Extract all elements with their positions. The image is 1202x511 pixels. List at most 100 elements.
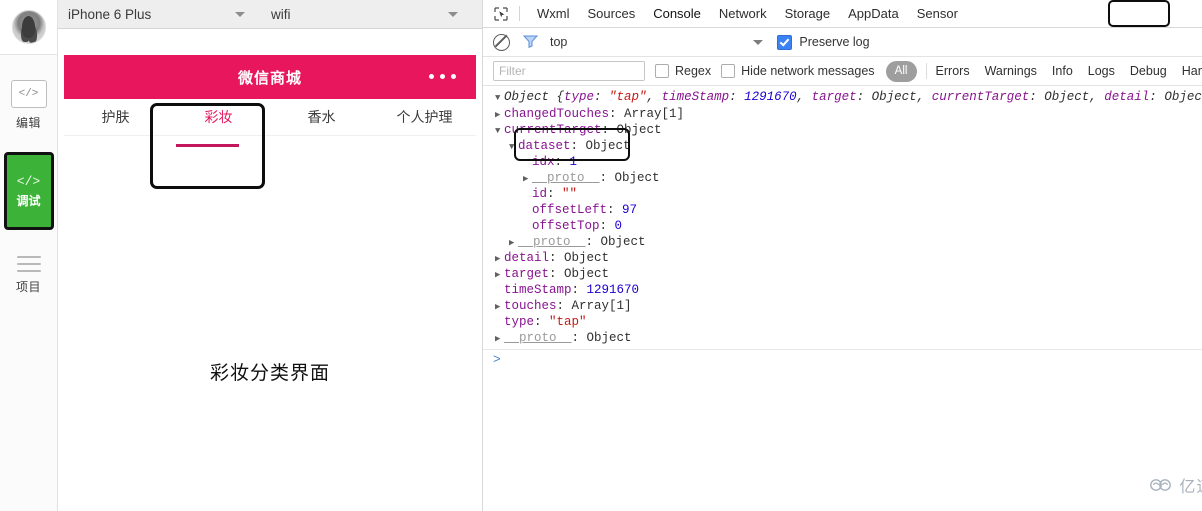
console-sep: : bbox=[549, 267, 565, 281]
disclosure-triangle-icon[interactable] bbox=[495, 251, 504, 267]
tab-geren-huli[interactable]: 个人护理 bbox=[373, 99, 476, 135]
filter-input[interactable] bbox=[493, 61, 645, 81]
level-filter-all[interactable]: All bbox=[885, 60, 917, 82]
disclosure-triangle-icon[interactable] bbox=[495, 331, 504, 347]
toolbar-divider bbox=[519, 6, 520, 21]
filterbar-divider bbox=[925, 63, 927, 79]
console-row[interactable]: changedTouches: Array[1] bbox=[483, 106, 1202, 122]
console-key: timeStamp bbox=[504, 283, 572, 297]
level-filter-handled[interactable]: Handled bbox=[1182, 64, 1202, 78]
console-row[interactable]: currentTarget: Object bbox=[483, 122, 1202, 138]
level-filter-errors[interactable]: Errors bbox=[936, 64, 970, 78]
console-filterbar: Regex Hide network messages All Errors W… bbox=[483, 57, 1202, 86]
regex-control[interactable]: Regex bbox=[655, 64, 711, 78]
disclosure-triangle-icon[interactable] bbox=[495, 299, 504, 315]
tab-network[interactable]: Network bbox=[710, 0, 776, 27]
console-row[interactable]: dataset: Object bbox=[483, 138, 1202, 154]
clear-console-icon[interactable] bbox=[493, 33, 510, 51]
funnel-icon[interactable] bbox=[522, 34, 539, 51]
console-row[interactable]: offsetTop: 0 bbox=[483, 218, 1202, 234]
console-key: dataset bbox=[518, 139, 571, 153]
inspect-element-icon[interactable] bbox=[491, 4, 511, 24]
context-chevron-down-icon[interactable] bbox=[753, 39, 764, 45]
disclosure-triangle-icon[interactable] bbox=[495, 90, 504, 107]
disclosure-triangle-icon[interactable] bbox=[509, 139, 518, 155]
context-selector-value[interactable]: top bbox=[550, 35, 567, 49]
console-value: "" bbox=[562, 187, 578, 201]
avatar-container[interactable] bbox=[0, 0, 57, 55]
disclosure-triangle-icon[interactable] bbox=[509, 235, 518, 251]
console-row[interactable]: id: "" bbox=[483, 186, 1202, 202]
console-key: __proto__ bbox=[504, 331, 572, 345]
watermark-text: 亿速云 bbox=[1179, 479, 1202, 496]
console-row[interactable]: idx: 1 bbox=[483, 154, 1202, 170]
console-row[interactable]: target: Object bbox=[483, 266, 1202, 282]
hide-network-control[interactable]: Hide network messages bbox=[721, 64, 875, 78]
network-select[interactable]: wifi bbox=[259, 0, 472, 28]
preserve-log-control[interactable]: Preserve log bbox=[777, 34, 870, 50]
avatar[interactable] bbox=[11, 10, 46, 44]
console-row[interactable]: touches: Array[1] bbox=[483, 298, 1202, 314]
regex-label: Regex bbox=[675, 64, 712, 78]
console-key: changedTouches bbox=[504, 107, 610, 121]
console-row[interactable]: detail: Object bbox=[483, 250, 1202, 266]
rail-item-project-label: 项目 bbox=[15, 280, 41, 294]
console-row[interactable]: timeStamp: 1291670 bbox=[483, 282, 1202, 298]
tab-huxu[interactable]: 护肤 bbox=[64, 99, 167, 135]
level-filter-debug[interactable]: Debug bbox=[1130, 64, 1167, 78]
regex-checkbox[interactable] bbox=[655, 64, 669, 78]
console-value: Array[1] bbox=[624, 107, 685, 121]
console-row[interactable]: __proto__: Object bbox=[483, 234, 1202, 250]
disclosure-triangle-icon[interactable] bbox=[495, 267, 504, 283]
console-row[interactable]: type: "tap" bbox=[483, 314, 1202, 330]
preserve-log-checkbox[interactable] bbox=[777, 34, 793, 50]
console-value: Object bbox=[614, 171, 660, 185]
console-row[interactable]: __proto__: Object bbox=[483, 170, 1202, 186]
tab-caizhuang[interactable]: 彩妆 bbox=[167, 99, 270, 135]
disclosure-triangle-icon[interactable] bbox=[523, 171, 532, 187]
console-summary-row[interactable]: Object {type: "tap", timeStamp: 1291670,… bbox=[483, 86, 1202, 106]
code-icon-debug: </> bbox=[16, 173, 41, 189]
tab-appdata[interactable]: AppData bbox=[839, 0, 908, 27]
disclosure-triangle-icon[interactable] bbox=[495, 107, 504, 123]
console-row[interactable]: offsetLeft: 97 bbox=[483, 202, 1202, 218]
more-menu-icon[interactable] bbox=[429, 74, 456, 79]
console-row[interactable]: __proto__: Object bbox=[483, 330, 1202, 346]
wechat-navbar: 微信商城 bbox=[64, 55, 476, 99]
console-summary-text: Object {type: "tap", timeStamp: 1291670,… bbox=[504, 90, 1202, 104]
console-output[interactable]: Object {type: "tap", timeStamp: 1291670,… bbox=[483, 86, 1202, 511]
tab-storage[interactable]: Storage bbox=[776, 0, 840, 27]
console-value: 97 bbox=[622, 203, 638, 217]
disclosure-triangle-icon[interactable] bbox=[495, 123, 504, 139]
console-sep: : bbox=[547, 187, 563, 201]
tab-xiangshui[interactable]: 香水 bbox=[270, 99, 373, 135]
console-sep: : bbox=[570, 139, 586, 153]
console-tab-highlight-annotation bbox=[1108, 0, 1170, 27]
simulator-toolbar: iPhone 6 Plus wifi bbox=[58, 0, 482, 29]
watermark: 亿速云 bbox=[1148, 473, 1202, 497]
rail-item-project[interactable]: 项目 bbox=[0, 256, 57, 295]
tab-console[interactable]: Console bbox=[644, 0, 710, 27]
tab-wxml[interactable]: Wxml bbox=[528, 0, 579, 27]
level-filter-logs[interactable]: Logs bbox=[1088, 64, 1115, 78]
level-filter-warnings[interactable]: Warnings bbox=[985, 64, 1037, 78]
active-tab-underline bbox=[176, 144, 239, 147]
tab-sources[interactable]: Sources bbox=[579, 0, 645, 27]
console-value: "tap" bbox=[549, 315, 587, 329]
rail-item-edit[interactable]: </> 编辑 bbox=[0, 80, 57, 131]
console-prompt[interactable]: > bbox=[483, 350, 1202, 370]
console-sep: : bbox=[607, 203, 623, 217]
hide-network-checkbox[interactable] bbox=[721, 64, 736, 78]
console-sep: : bbox=[556, 299, 572, 313]
console-key: id bbox=[532, 187, 548, 201]
device-select[interactable]: iPhone 6 Plus bbox=[58, 0, 259, 28]
console-value: 1291670 bbox=[586, 283, 640, 297]
rail-item-debug[interactable]: </> 调试 bbox=[3, 152, 54, 230]
console-value: Object bbox=[600, 235, 646, 249]
console-key: idx bbox=[532, 155, 555, 169]
phone-content: 彩妆分类界面 bbox=[64, 136, 476, 511]
console-sep: : bbox=[599, 219, 615, 233]
level-filter-info[interactable]: Info bbox=[1052, 64, 1073, 78]
tab-sensor[interactable]: Sensor bbox=[908, 0, 967, 27]
console-key: __proto__ bbox=[532, 171, 600, 185]
